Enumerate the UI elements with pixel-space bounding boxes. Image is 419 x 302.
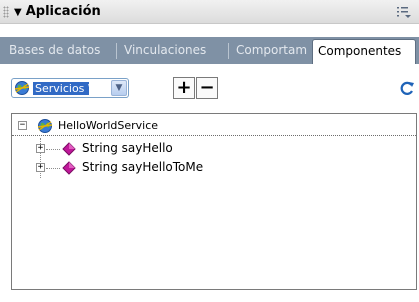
tree-method-node[interactable]: + String sayHelloToMe xyxy=(36,160,396,176)
tab-bar: Bases de datos Vinculaciones Comportam C… xyxy=(0,37,419,64)
refresh-icon[interactable] xyxy=(399,80,415,96)
components-tree[interactable]: − HelloWorldService + String sayHello + … xyxy=(11,113,417,290)
web-service-globe-icon xyxy=(37,119,53,133)
component-toolbar: Servicios W ▼ + − xyxy=(0,64,419,108)
tab-separator xyxy=(116,43,117,59)
tab-bases-de-datos[interactable]: Bases de datos xyxy=(3,37,106,64)
root-underline xyxy=(12,135,416,136)
tree-connector xyxy=(46,149,60,150)
tree-method-label: String sayHelloToMe xyxy=(82,160,204,174)
remove-component-button[interactable]: − xyxy=(196,77,218,99)
drag-grip[interactable] xyxy=(3,6,9,18)
add-component-button[interactable]: + xyxy=(173,77,195,99)
method-gem-icon xyxy=(62,142,76,156)
tab-separator xyxy=(228,43,229,59)
expand-toggle-icon[interactable]: + xyxy=(36,163,45,172)
tab-vinculaciones[interactable]: Vinculaciones xyxy=(118,37,212,64)
component-type-value: Servicios W xyxy=(33,82,89,95)
tab-comportamientos[interactable]: Comportam xyxy=(230,37,312,64)
expand-toggle-icon[interactable]: + xyxy=(36,144,45,153)
panel-title-label: Aplicación xyxy=(25,4,101,19)
chevron-down-icon[interactable]: ▼ xyxy=(111,80,127,96)
method-gem-icon xyxy=(62,161,76,175)
panel-header: ▼ Aplicación xyxy=(0,0,419,24)
tree-method-node[interactable]: + String sayHello xyxy=(36,141,396,157)
tree-root-label: HelloWorldService xyxy=(58,119,159,132)
collapse-toggle-icon[interactable]: − xyxy=(18,121,27,130)
tree-root-node[interactable]: − HelloWorldService xyxy=(18,118,408,134)
tree-connector xyxy=(46,168,60,169)
tree-method-label: String sayHello xyxy=(82,141,173,155)
panel-options-icon[interactable] xyxy=(397,6,411,18)
triangle-down-icon[interactable]: ▼ xyxy=(14,7,22,18)
component-type-select[interactable]: Servicios W ▼ xyxy=(11,78,129,98)
panel-title[interactable]: ▼ Aplicación xyxy=(14,4,101,19)
web-service-globe-icon xyxy=(14,81,30,95)
tab-componentes[interactable]: Componentes xyxy=(312,39,416,64)
